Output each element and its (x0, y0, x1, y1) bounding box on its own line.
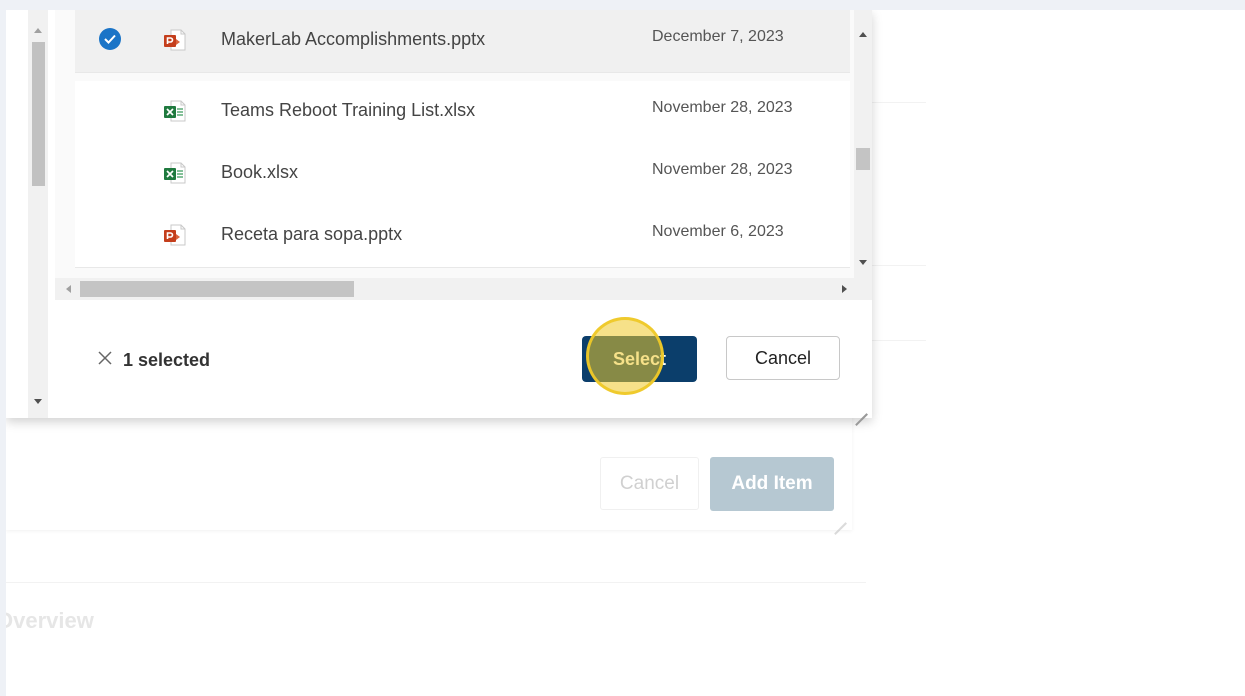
excel-file-icon (163, 161, 187, 185)
scrollbar-thumb[interactable] (856, 148, 870, 170)
file-date: November 6, 2023 (652, 223, 784, 240)
resize-grip-icon[interactable] (832, 510, 846, 524)
scroll-up-arrow-icon[interactable] (859, 32, 867, 37)
file-name: Book.xlsx (221, 162, 299, 182)
add-item-button[interactable]: Add Item (710, 457, 834, 511)
excel-file-icon (163, 99, 187, 123)
file-list-vertical-scrollbar[interactable] (854, 10, 872, 278)
file-name: Teams Reboot Training List.xlsx (221, 100, 476, 120)
clear-selection-button[interactable]: 1 selected (97, 347, 210, 373)
background-divider (866, 265, 926, 266)
file-row[interactable]: MakerLab Accomplishments.pptx December 7… (75, 10, 850, 73)
file-name: Receta para sopa.pptx (221, 224, 403, 244)
scroll-down-arrow-icon[interactable] (34, 399, 42, 404)
file-name: MakerLab Accomplishments.pptx (221, 29, 486, 49)
picker-footer: 1 selected Select Cancel (55, 300, 872, 418)
background-divider (6, 582, 866, 583)
file-row[interactable]: Book.xlsx November 28, 2023 (75, 143, 850, 206)
file-date: December 7, 2023 (652, 28, 784, 45)
close-icon (97, 350, 113, 371)
file-list-horizontal-scrollbar[interactable] (55, 278, 872, 300)
selected-count: 1 selected (123, 349, 211, 370)
cancel-button[interactable]: Cancel (726, 336, 840, 380)
scrollbar-thumb[interactable] (80, 281, 354, 297)
background-divider (866, 340, 926, 341)
scroll-up-arrow-icon[interactable] (34, 28, 42, 33)
scroll-right-arrow-icon[interactable] (842, 285, 847, 293)
file-row[interactable]: Receta para sopa.pptx November 6, 2023 (75, 205, 850, 268)
check-circle-icon[interactable] (99, 28, 121, 50)
scroll-down-arrow-icon[interactable] (859, 260, 867, 265)
background-cancel-button[interactable]: Cancel (600, 457, 699, 510)
powerpoint-file-icon (163, 223, 187, 247)
scroll-left-arrow-icon[interactable] (66, 285, 71, 293)
file-row[interactable]: Teams Reboot Training List.xlsx November… (75, 81, 850, 144)
section-title-overview: Overview (6, 608, 94, 633)
file-picker-dialog: MakerLab Accomplishments.pptx December 7… (6, 10, 872, 418)
select-button[interactable]: Select (582, 336, 697, 382)
powerpoint-file-icon (163, 28, 187, 52)
file-list: MakerLab Accomplishments.pptx December 7… (55, 10, 872, 300)
file-date: November 28, 2023 (652, 99, 793, 116)
file-date: November 28, 2023 (652, 161, 793, 178)
scrollbar-thumb[interactable] (32, 42, 45, 186)
page-background: Cancel Add Item Overview (6, 10, 1245, 696)
background-divider (866, 102, 926, 103)
resize-grip-icon[interactable] (853, 401, 867, 415)
dialog-vertical-scrollbar[interactable] (28, 10, 48, 418)
